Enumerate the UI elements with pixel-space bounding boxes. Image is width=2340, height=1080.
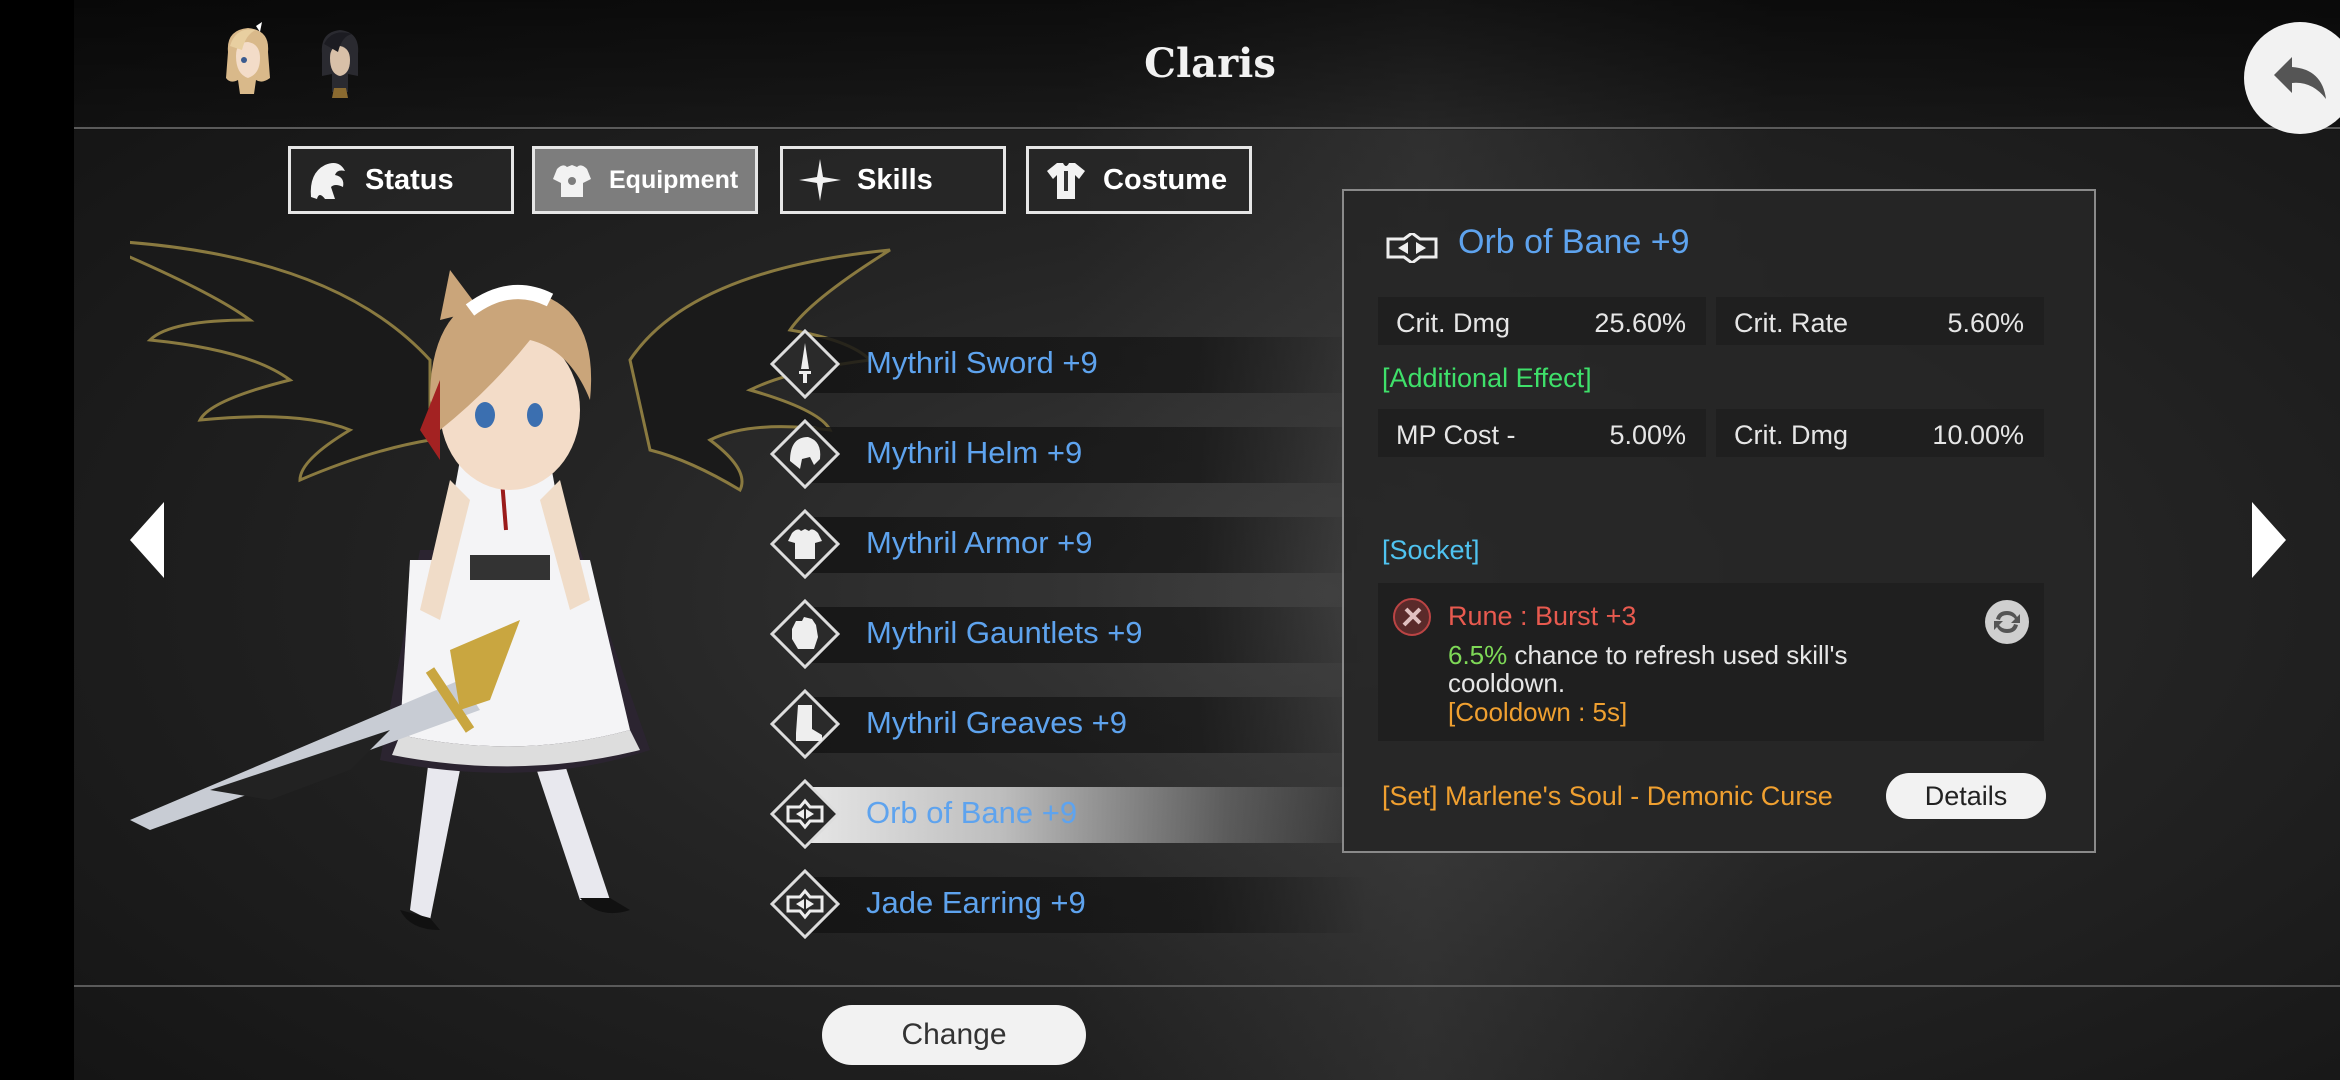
stat-label: Crit. Rate — [1734, 308, 1849, 338]
lion-crest-icon — [310, 163, 345, 199]
equipment-slot-greaves[interactable]: Mythril Greaves +9 — [770, 689, 1366, 759]
equipment-label: Mythril Sword +9 — [866, 345, 1098, 380]
boot-icon — [770, 689, 840, 759]
stat-row: Crit. Rate 5.60% — [1716, 297, 2044, 345]
rune-cooldown: [Cooldown : 5s] — [1448, 697, 1628, 727]
equipment-slot-earring[interactable]: Jade Earring +9 — [770, 869, 1366, 939]
additional-effect-heading: [Additional Effect] — [1382, 363, 1592, 393]
item-detail-panel: Orb of Bane +9 Crit. Dmg 25.60% Crit. Ra… — [1342, 189, 2096, 853]
socket-slot: Rune : Burst +3 6.5% chance to refresh u… — [1378, 583, 2044, 741]
tab-equipment[interactable]: Equipment — [532, 146, 758, 214]
tab-label: Status — [365, 163, 454, 196]
stat-value: 5.00% — [1609, 420, 1686, 450]
helm-icon — [770, 419, 840, 489]
equipment-slot-orb[interactable]: Orb of Bane +9 — [770, 779, 1366, 849]
armor-icon — [553, 165, 591, 197]
equipment-label: Jade Earring +9 — [866, 885, 1086, 920]
rune-percent: 6.5% — [1448, 640, 1508, 670]
sparkle-star-icon — [799, 159, 841, 201]
accessory-icon — [770, 869, 840, 939]
rune-description: 6.5% chance to refresh used skill's cool… — [1448, 641, 1968, 697]
rune-icon — [1393, 598, 1431, 636]
stat-label: Crit. Dmg — [1734, 420, 1848, 450]
tab-label: Costume — [1103, 163, 1228, 196]
equipment-label: Mythril Greaves +9 — [866, 705, 1128, 740]
equipment-slot-gauntlets[interactable]: Mythril Gauntlets +9 — [770, 599, 1366, 669]
rune-effect-text: chance to refresh used skill's cooldown. — [1448, 640, 1848, 698]
accessory-icon — [770, 779, 840, 849]
armor-icon — [770, 509, 840, 579]
stat-value: 10.00% — [1932, 420, 2024, 450]
item-name: Orb of Bane +9 — [1458, 223, 1690, 261]
tab-skills[interactable]: Skills — [780, 146, 1006, 214]
equipment-label: Orb of Bane +9 — [866, 795, 1078, 830]
tab-label: Equipment — [609, 165, 739, 194]
equipment-label: Mythril Armor +9 — [866, 525, 1093, 560]
stat-row: MP Cost - 5.00% — [1378, 409, 1706, 457]
equipment-label: Mythril Gauntlets +9 — [866, 615, 1143, 650]
equipment-slot-helm[interactable]: Mythril Helm +9 — [770, 419, 1366, 489]
stat-label: MP Cost - — [1396, 420, 1516, 450]
next-character-arrow[interactable] — [2252, 502, 2286, 578]
set-bonus-label: [Set] Marlene's Soul - Demonic Curse — [1382, 781, 1833, 811]
stat-row: Crit. Dmg 10.00% — [1716, 409, 2044, 457]
stat-value: 25.60% — [1594, 308, 1686, 338]
claris-portrait[interactable] — [216, 22, 278, 98]
socket-heading: [Socket] — [1382, 535, 1480, 565]
header-divider — [74, 127, 2340, 129]
stat-row: Crit. Dmg 25.60% — [1378, 297, 1706, 345]
footer-divider — [74, 985, 2340, 987]
equipment-slot-sword[interactable]: Mythril Sword +9 — [770, 329, 1366, 399]
change-button[interactable]: Change — [822, 1005, 1086, 1065]
stat-value: 5.60% — [1947, 308, 2024, 338]
shirt-icon — [1047, 163, 1085, 199]
sword-icon — [770, 329, 840, 399]
dark-hair-portrait[interactable] — [308, 22, 370, 98]
rune-name: Rune : Burst +3 — [1448, 601, 1637, 631]
letterbox — [0, 0, 74, 1080]
tab-status[interactable]: Status — [288, 146, 514, 214]
tab-label: Skills — [857, 163, 933, 196]
details-button[interactable]: Details — [1886, 773, 2046, 819]
page-title: Claris — [1144, 40, 1276, 87]
gauntlet-icon — [770, 599, 840, 669]
accessory-icon — [1386, 233, 1438, 263]
refresh-icon[interactable] — [1984, 599, 2030, 645]
stat-label: Crit. Dmg — [1396, 308, 1510, 338]
tab-costume[interactable]: Costume — [1026, 146, 1252, 214]
prev-character-arrow[interactable] — [130, 502, 164, 578]
back-arrow-icon — [2274, 57, 2326, 99]
equipment-slot-armor[interactable]: Mythril Armor +9 — [770, 509, 1366, 579]
equipment-label: Mythril Helm +9 — [866, 435, 1083, 470]
